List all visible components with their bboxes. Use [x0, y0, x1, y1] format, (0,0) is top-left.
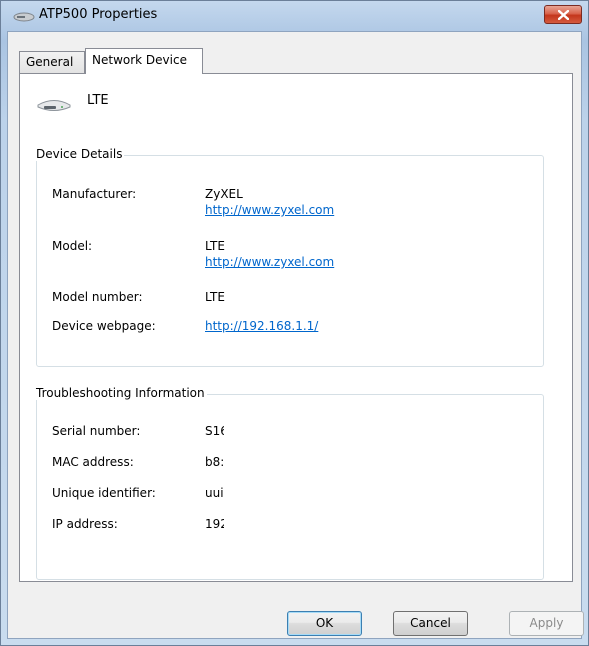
serial-value: S16 — [205, 424, 224, 438]
troubleshooting-title: Troubleshooting Information — [34, 386, 207, 400]
close-button[interactable] — [544, 5, 582, 24]
router-device-icon — [37, 100, 71, 111]
mac-value: b8: — [205, 455, 224, 469]
uid-label: Unique identifier: — [52, 486, 156, 500]
model-link[interactable]: http://www.zyxel.com — [205, 255, 334, 269]
uid-value: uui — [205, 486, 224, 500]
cancel-button[interactable]: Cancel — [393, 611, 468, 636]
model-number-label: Model number: — [52, 290, 143, 304]
trouble-values-clip: S16 b8: uui 192 — [204, 422, 224, 552]
tab-general[interactable]: General — [19, 51, 85, 73]
manufacturer-value: ZyXEL — [205, 187, 243, 201]
tab-network-device[interactable]: Network Device — [85, 48, 203, 74]
ok-button[interactable]: OK — [287, 611, 362, 636]
ip-value: 192 — [205, 517, 224, 531]
dialog-client-area: General Network Device LTE Device Detail… — [7, 31, 584, 639]
close-icon — [558, 10, 569, 20]
device-details-title: Device Details — [34, 147, 125, 161]
tab-network-device-label: Network Device — [92, 53, 187, 67]
model-label: Model: — [52, 239, 93, 253]
device-name: LTE — [87, 93, 109, 108]
serial-label: Serial number: — [52, 424, 141, 438]
ip-label: IP address: — [52, 517, 118, 531]
manufacturer-link[interactable]: http://www.zyxel.com — [205, 203, 334, 217]
manufacturer-label: Manufacturer: — [52, 187, 137, 201]
title-bar[interactable]: ATP500 Properties — [1, 1, 588, 31]
model-value: LTE — [205, 239, 225, 253]
window-title: ATP500 Properties — [39, 7, 158, 22]
apply-button[interactable]: Apply — [509, 611, 584, 636]
mac-label: MAC address: — [52, 455, 134, 469]
properties-window: ATP500 Properties General Network Device… — [0, 0, 589, 646]
model-number-value: LTE — [205, 290, 225, 304]
device-webpage-label: Device webpage: — [52, 319, 156, 333]
network-device-icon — [13, 12, 35, 22]
tab-general-label: General — [26, 55, 74, 69]
device-webpage-link[interactable]: http://192.168.1.1/ — [205, 319, 318, 333]
